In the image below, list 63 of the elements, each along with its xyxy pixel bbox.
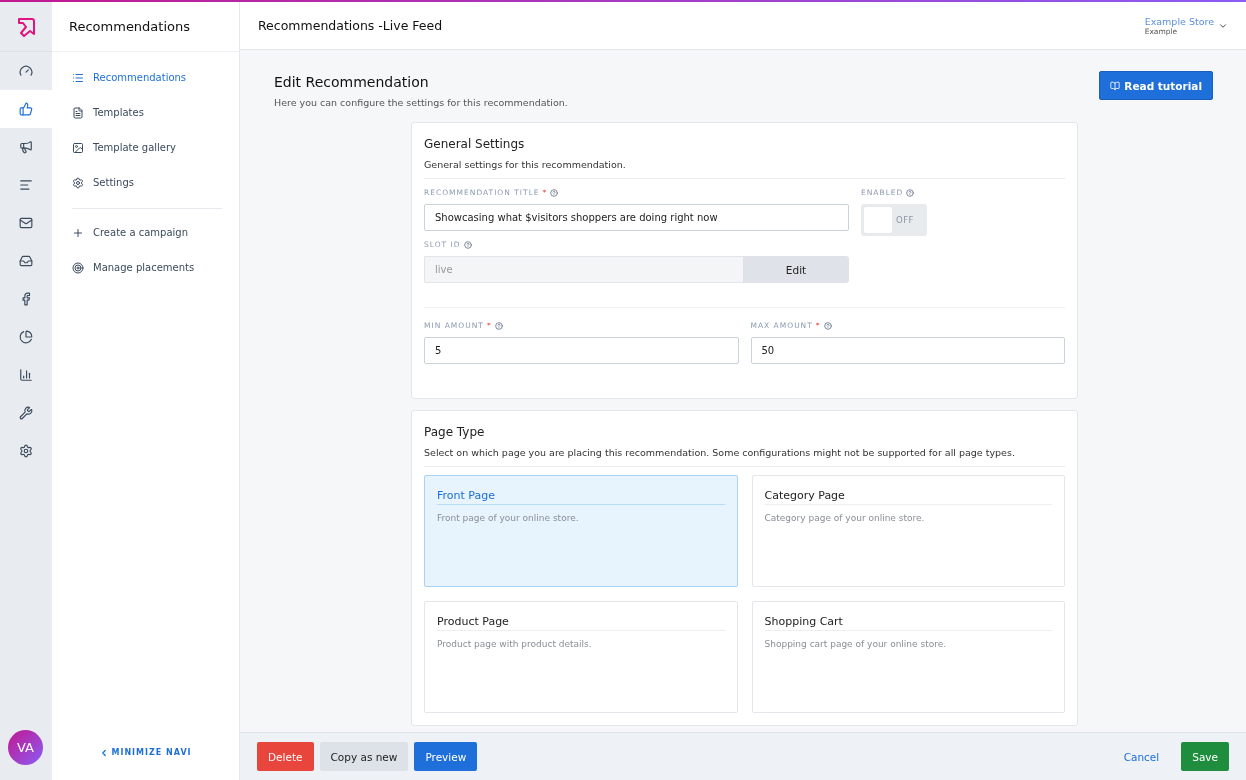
subnav-action-link[interactable]: Create a campaign <box>72 215 222 250</box>
rail-nav-item[interactable] <box>0 90 52 128</box>
title-input-field[interactable]: Showcasing what $visitors shoppers are doing right now <box>424 204 849 231</box>
subnav-item[interactable]: Recommendations <box>72 60 222 95</box>
max-amount-field[interactable]: 50 <box>750 337 1065 364</box>
user-avatar[interactable]: VA <box>8 730 43 765</box>
pie-chart-icon <box>19 330 33 344</box>
subnav-item[interactable]: Template gallery <box>72 130 222 165</box>
minimize-navi-link[interactable]: MINIMIZE NAVI <box>99 747 192 758</box>
gauge-icon <box>19 64 33 78</box>
help-icon <box>463 240 472 249</box>
list-icon <box>72 71 84 84</box>
logo-icon <box>16 16 36 37</box>
wrench-icon <box>19 406 33 420</box>
read-tutorial-button[interactable]: Read tutorial <box>1099 71 1213 100</box>
mail-icon <box>19 216 33 230</box>
help-icon <box>550 188 559 197</box>
cancel-link[interactable]: Cancel <box>1123 750 1160 763</box>
help-icon <box>494 321 503 330</box>
preview-button[interactable]: Preview <box>414 742 478 771</box>
bar-chart-icon <box>19 368 33 382</box>
min-amount-field[interactable]: 5 <box>424 337 739 364</box>
option-description: Category page of your online store. <box>764 513 926 523</box>
option-title: Product Page <box>437 615 725 631</box>
plus-icon <box>72 226 84 239</box>
option-title: Category Page <box>764 489 1052 505</box>
header-title: Recommendations -Live Feed <box>258 18 443 33</box>
card-title: Page Type <box>424 425 486 439</box>
thumbs-up-icon <box>19 102 33 116</box>
target-icon <box>72 261 84 274</box>
page-type-option[interactable]: Product Page Product page with product details. <box>424 601 738 713</box>
page-type-option[interactable]: Front Page Front page of your online store. <box>424 475 738 587</box>
store-name: Example Store <box>1144 15 1214 27</box>
card-title: General Settings <box>424 137 526 151</box>
option-description: Product page with product details. <box>437 639 593 649</box>
megaphone-icon <box>19 140 33 154</box>
option-description: Front page of your online store. <box>437 513 580 523</box>
help-icon <box>906 188 915 197</box>
delete-button[interactable]: Delete <box>257 742 314 771</box>
image-icon <box>72 141 84 154</box>
option-title: Shopping Cart <box>764 615 1052 631</box>
page-type-option[interactable]: Shopping Cart Shopping cart page of your online store. <box>751 601 1065 713</box>
card-subtitle: Select on which page you are placing this recommendation. Some configurations might not be supported for all page types. <box>424 447 1065 467</box>
help-icon <box>823 321 832 330</box>
align-left-icon <box>19 178 33 192</box>
save-button[interactable]: Save <box>1181 742 1229 771</box>
subnav-item[interactable]: Settings <box>72 165 222 200</box>
option-description: Shopping cart page of your online store. <box>764 639 948 649</box>
option-title: Front Page <box>437 489 725 505</box>
settings-icon <box>72 176 84 189</box>
subnav-title: Recommendations <box>52 2 239 52</box>
document-icon <box>72 106 84 119</box>
inbox-icon <box>19 254 33 268</box>
page-title: Edit Recommendation <box>274 74 430 90</box>
facebook-icon <box>19 292 33 306</box>
settings-icon <box>19 444 33 458</box>
page-subtitle: Here you can configure the settings for this recommendation. <box>274 97 568 108</box>
page-type-option[interactable]: Category Page Category page of your online store. <box>751 475 1065 587</box>
subnav-item[interactable]: Templates <box>72 95 222 130</box>
card-subtitle: General settings for this recommendation. <box>424 159 1065 179</box>
book-icon <box>1110 80 1121 91</box>
subnav-action-link[interactable]: Manage placements <box>72 250 222 285</box>
copy-as-new-button[interactable]: Copy as new <box>319 742 409 771</box>
